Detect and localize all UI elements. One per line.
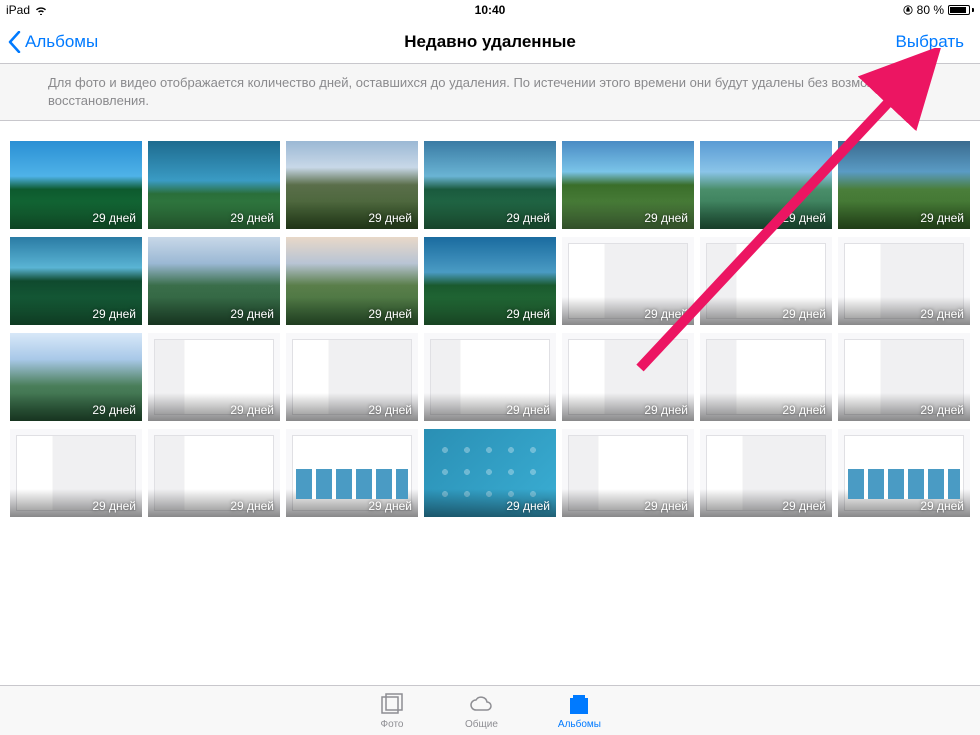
tab-label: Альбомы — [558, 719, 601, 730]
days-remaining-label: 29 дней — [92, 403, 136, 417]
photo-thumbnail[interactable]: 29 дней — [286, 429, 418, 517]
photo-thumbnail[interactable]: 29 дней — [562, 429, 694, 517]
photo-thumbnail[interactable]: 29 дней — [286, 141, 418, 229]
status-bar: iPad 10:40 80 % — [0, 0, 980, 20]
photo-thumbnail[interactable]: 29 дней — [562, 333, 694, 421]
days-remaining-label: 29 дней — [782, 403, 826, 417]
days-remaining-label: 29 дней — [920, 499, 964, 513]
days-remaining-label: 29 дней — [920, 307, 964, 321]
tab-shared[interactable]: Общие — [465, 692, 498, 730]
days-remaining-label: 29 дней — [506, 211, 550, 225]
photo-thumbnail[interactable]: 29 дней — [700, 141, 832, 229]
photo-thumbnail[interactable]: 29 дней — [562, 237, 694, 325]
days-remaining-label: 29 дней — [230, 499, 274, 513]
days-remaining-label: 29 дней — [782, 211, 826, 225]
tab-bar: Фото Общие Альбомы — [0, 685, 980, 735]
days-remaining-label: 29 дней — [368, 307, 412, 321]
days-remaining-label: 29 дней — [506, 403, 550, 417]
albums-icon — [566, 692, 592, 718]
info-text: Для фото и видео отображается количество… — [48, 75, 910, 108]
photo-thumbnail[interactable]: 29 дней — [838, 141, 970, 229]
photo-grid-scroll[interactable]: 29 дней 29 дней 29 дней 29 дней 29 дней 29 дн… — [0, 121, 980, 701]
days-remaining-label: 29 дней — [92, 307, 136, 321]
days-remaining-label: 29 дней — [506, 307, 550, 321]
photo-thumbnail[interactable]: 29 дней — [10, 429, 142, 517]
battery-icon — [948, 5, 974, 15]
lock-rotation-icon — [903, 5, 913, 15]
days-remaining-label: 29 дней — [782, 307, 826, 321]
days-remaining-label: 29 дней — [644, 499, 688, 513]
photos-icon — [379, 692, 405, 718]
photo-thumbnail[interactable]: 29 дней — [10, 237, 142, 325]
photo-thumbnail[interactable]: 29 дней — [424, 141, 556, 229]
tab-label: Фото — [381, 719, 404, 730]
photo-thumbnail[interactable]: 29 дней — [838, 429, 970, 517]
wifi-icon — [34, 5, 48, 15]
days-remaining-label: 29 дней — [506, 499, 550, 513]
days-remaining-label: 29 дней — [230, 307, 274, 321]
photo-thumbnail[interactable]: 29 дней — [838, 237, 970, 325]
days-remaining-label: 29 дней — [782, 499, 826, 513]
photo-thumbnail[interactable]: 29 дней — [424, 237, 556, 325]
days-remaining-label: 29 дней — [920, 211, 964, 225]
back-button[interactable]: Альбомы — [8, 31, 98, 53]
photo-thumbnail[interactable]: 29 дней — [148, 333, 280, 421]
nav-bar: Альбомы Недавно удаленные Выбрать — [0, 20, 980, 64]
days-remaining-label: 29 дней — [920, 403, 964, 417]
days-remaining-label: 29 дней — [368, 403, 412, 417]
photo-thumbnail[interactable]: 29 дней — [424, 333, 556, 421]
tab-albums[interactable]: Альбомы — [558, 692, 601, 730]
photo-thumbnail[interactable]: 29 дней — [286, 333, 418, 421]
photo-thumbnail[interactable]: 29 дней — [700, 429, 832, 517]
photo-grid: 29 дней 29 дней 29 дней 29 дней 29 дней 29 дн… — [10, 141, 970, 517]
photo-thumbnail[interactable]: 29 дней — [10, 333, 142, 421]
photo-thumbnail[interactable]: 29 дней — [700, 237, 832, 325]
days-remaining-label: 29 дней — [230, 403, 274, 417]
days-remaining-label: 29 дней — [644, 211, 688, 225]
days-remaining-label: 29 дней — [92, 499, 136, 513]
page-title: Недавно удаленные — [404, 32, 576, 52]
photo-thumbnail[interactable]: 29 дней — [424, 429, 556, 517]
photo-thumbnail[interactable]: 29 дней — [838, 333, 970, 421]
tab-label: Общие — [465, 719, 498, 730]
days-remaining-label: 29 дней — [230, 211, 274, 225]
device-label: iPad — [6, 3, 30, 17]
status-time: 10:40 — [475, 3, 506, 17]
select-button[interactable]: Выбрать — [896, 32, 972, 52]
days-remaining-label: 29 дней — [368, 211, 412, 225]
cloud-icon — [468, 692, 494, 718]
photo-thumbnail[interactable]: 29 дней — [148, 237, 280, 325]
info-banner: Для фото и видео отображается количество… — [0, 64, 980, 121]
battery-percent: 80 % — [917, 3, 944, 17]
days-remaining-label: 29 дней — [92, 211, 136, 225]
chevron-left-icon — [8, 31, 21, 53]
back-label: Альбомы — [25, 32, 98, 52]
days-remaining-label: 29 дней — [368, 499, 412, 513]
tab-photos[interactable]: Фото — [379, 692, 405, 730]
photo-thumbnail[interactable]: 29 дней — [562, 141, 694, 229]
photo-thumbnail[interactable]: 29 дней — [148, 141, 280, 229]
photo-thumbnail[interactable]: 29 дней — [286, 237, 418, 325]
days-remaining-label: 29 дней — [644, 403, 688, 417]
photo-thumbnail[interactable]: 29 дней — [10, 141, 142, 229]
days-remaining-label: 29 дней — [644, 307, 688, 321]
photo-thumbnail[interactable]: 29 дней — [700, 333, 832, 421]
photo-thumbnail[interactable]: 29 дней — [148, 429, 280, 517]
